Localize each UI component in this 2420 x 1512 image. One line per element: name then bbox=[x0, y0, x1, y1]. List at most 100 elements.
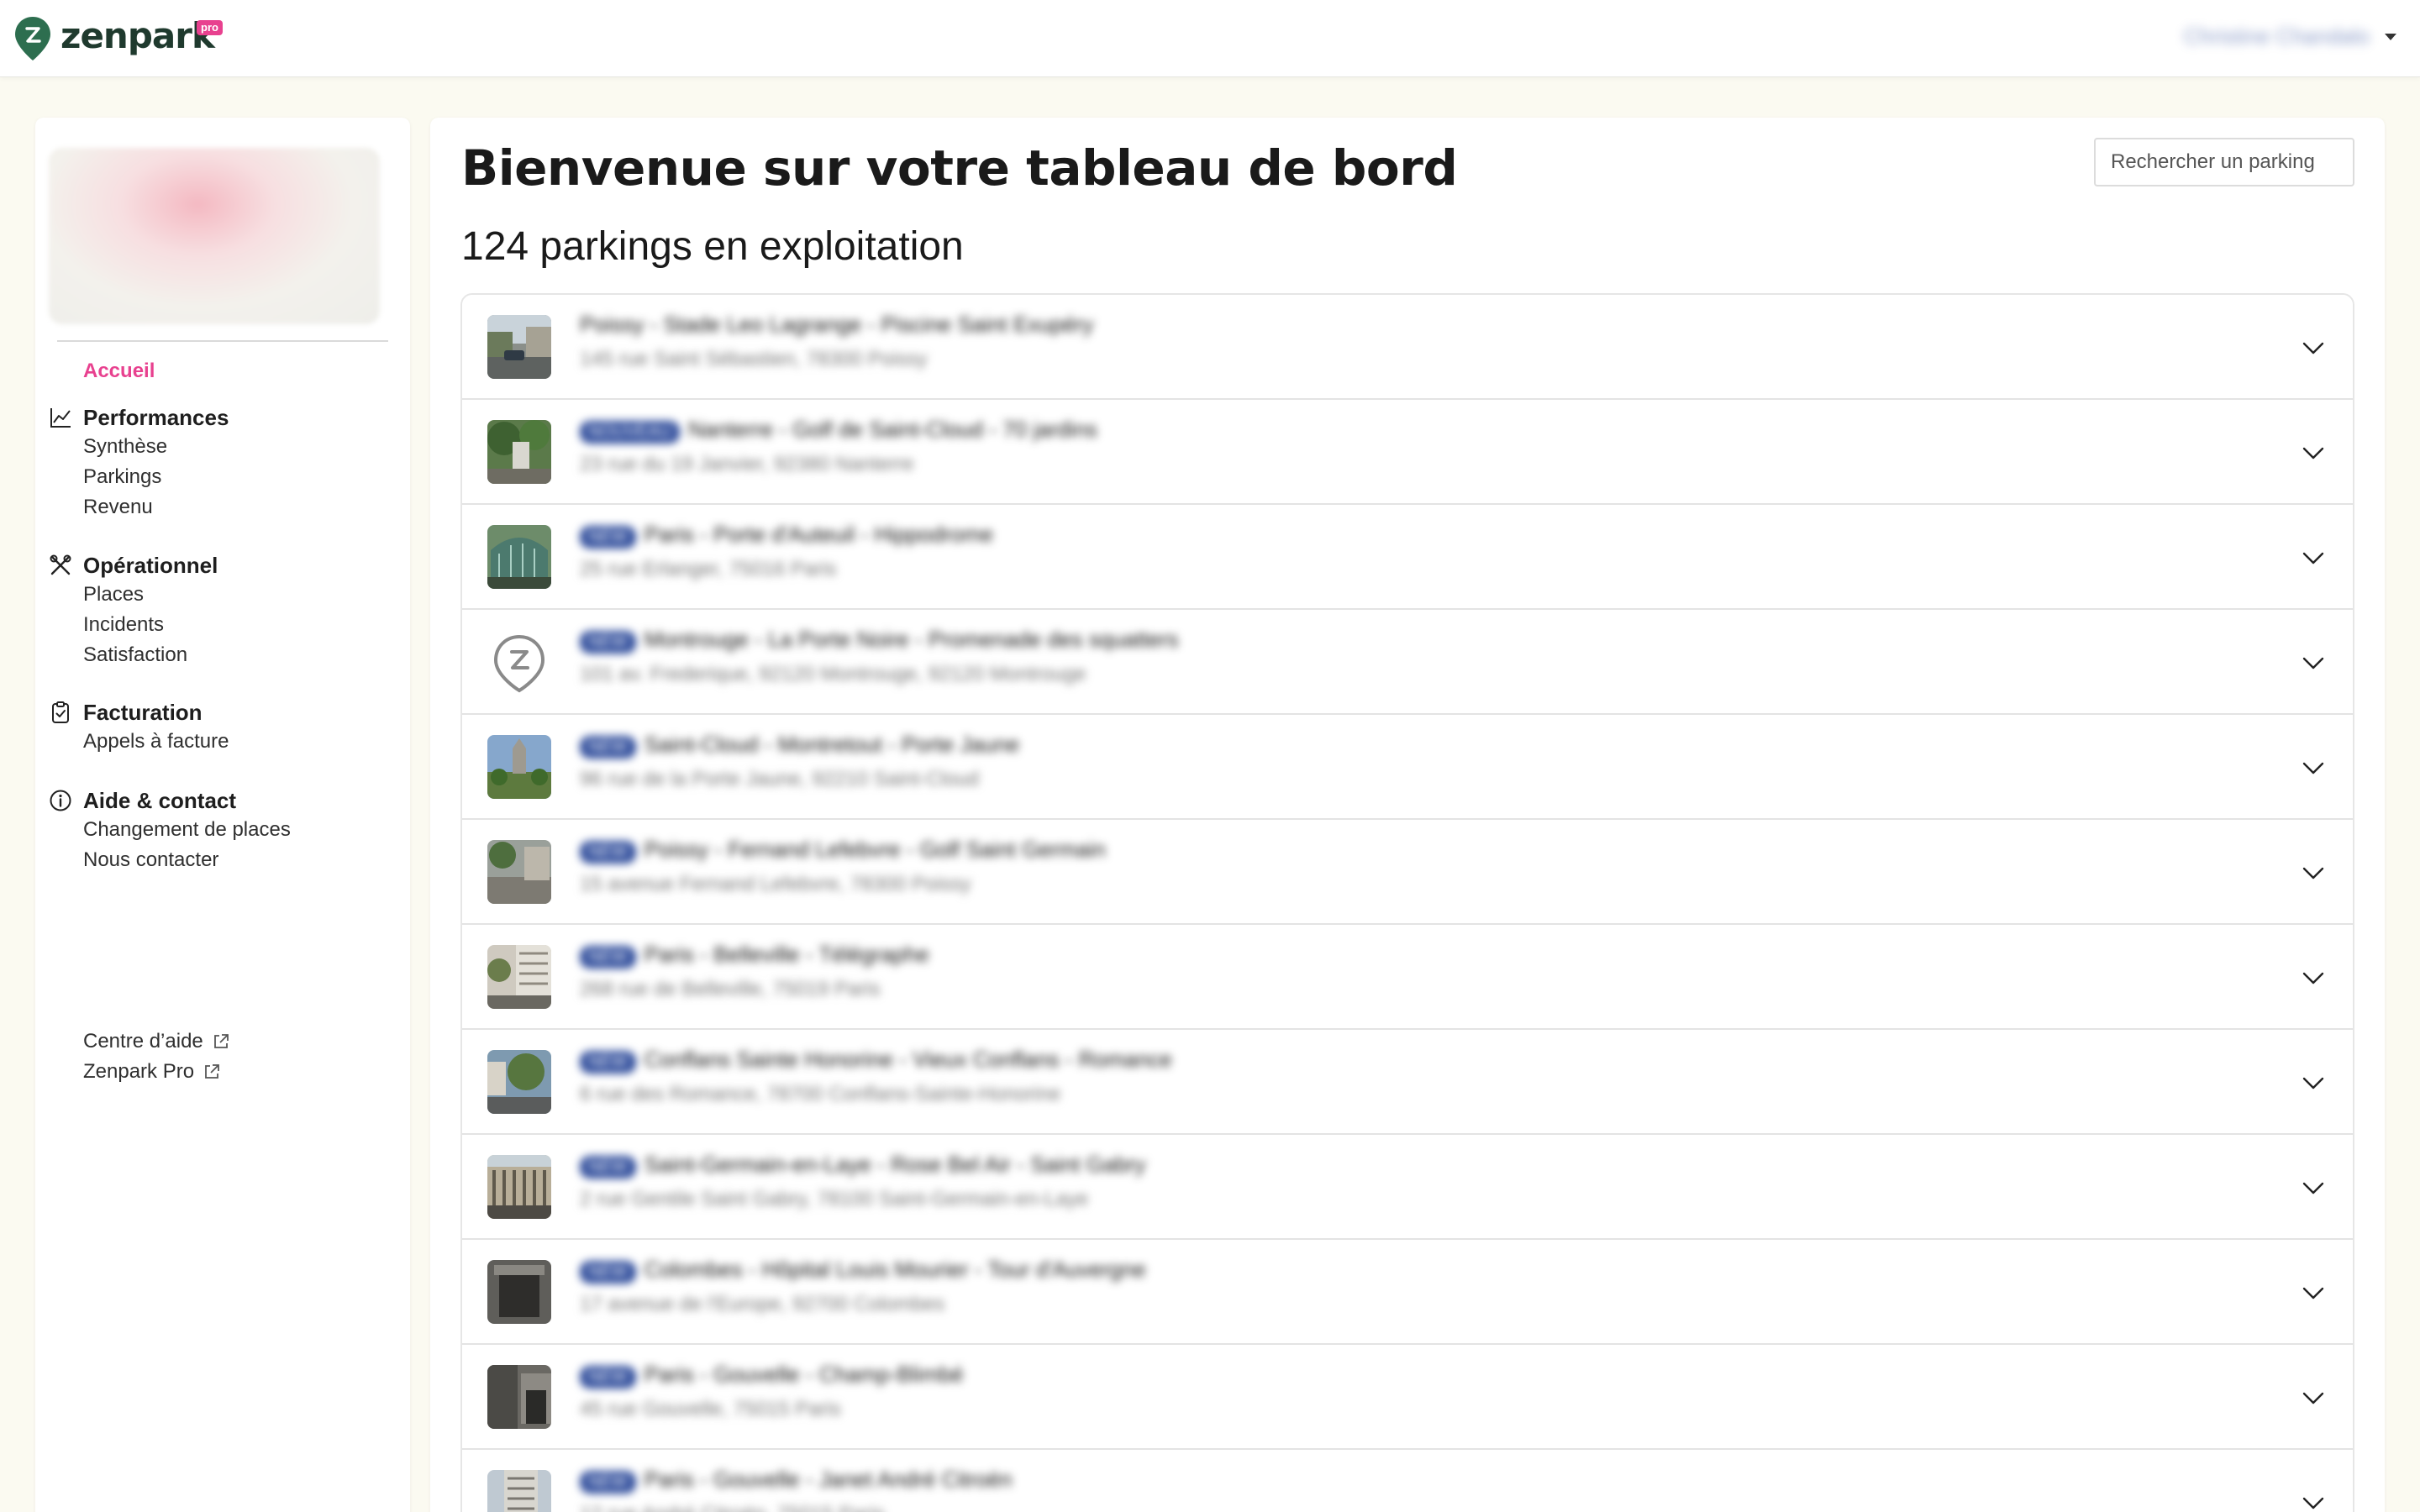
parking-row[interactable]: NEW Montrouge - La Porte Noire - Promenad… bbox=[462, 610, 2353, 715]
sidebar-item-revenu[interactable]: Revenu bbox=[83, 492, 229, 522]
parking-row[interactable]: NEW Saint-Germain-en-Laye - Rose Bel Air … bbox=[462, 1135, 2353, 1240]
parking-name-text: Saint-Cloud - Montretout - Porte Jaune bbox=[644, 732, 1020, 757]
sidebar-item-satisfaction[interactable]: Satisfaction bbox=[83, 640, 218, 670]
sidebar-item-incidents[interactable]: Incidents bbox=[83, 610, 218, 640]
parking-row[interactable]: NEW Paris - Gouvelle - Janet André Citroë… bbox=[462, 1450, 2353, 1512]
parking-address: 6 rue des Romance, 78700 Conflans-Sainte… bbox=[580, 1083, 1061, 1105]
parking-badge: NOUVEAU bbox=[580, 421, 680, 444]
parking-name: NEW Paris - Belleville - Télégraphe bbox=[580, 942, 929, 969]
chevron-down-icon[interactable] bbox=[2301, 1490, 2326, 1512]
parking-row[interactable]: NEW Conflans Sainte Honorine - Vieux Conf… bbox=[462, 1030, 2353, 1135]
parking-thumbnail bbox=[487, 1155, 551, 1219]
parking-row[interactable]: NEW Paris - Belleville - Télégraphe 268 ru… bbox=[462, 925, 2353, 1030]
parking-name-text: Conflans Sainte Honorine - Vieux Conflan… bbox=[644, 1047, 1172, 1072]
brand-name: zenpark bbox=[60, 14, 215, 56]
user-menu[interactable]: Christine Chandalo bbox=[2184, 24, 2396, 50]
parking-row[interactable]: NEW Paris - Porte d'Auteuil - Hippodrome 2… bbox=[462, 505, 2353, 610]
parking-row[interactable]: NOUVEAU Nanterre - Golf de Saint-Cloud - … bbox=[462, 400, 2353, 505]
parking-badge: NEW bbox=[580, 631, 636, 654]
nav-section-aide-contact: Aide & contact Changement de places Nous… bbox=[49, 786, 291, 875]
chevron-down-icon[interactable] bbox=[2301, 650, 2326, 675]
parking-thumbnail bbox=[487, 1260, 551, 1324]
nav-section-title: Facturation bbox=[83, 699, 203, 725]
parking-name-text: Nanterre - Golf de Saint-Cloud - 70 jard… bbox=[687, 417, 1097, 442]
parking-name-text: Poissy - Stade Leo Lagrange - Piscine Sa… bbox=[580, 312, 1094, 337]
parking-row[interactable]: NEW Colombes - Hôpital Louis Mourier - To… bbox=[462, 1240, 2353, 1345]
clipboard-check-icon bbox=[49, 701, 72, 724]
caret-down-icon bbox=[2385, 33, 2396, 40]
chevron-down-icon[interactable] bbox=[2301, 440, 2326, 465]
parking-row[interactable]: NEW Paris - Gouvelle - Champ-Blimbé 45 rue… bbox=[462, 1345, 2353, 1450]
info-circle-icon bbox=[49, 789, 72, 812]
parking-thumbnail bbox=[487, 525, 551, 589]
parking-thumbnail bbox=[487, 945, 551, 1009]
parking-name: NEW Poissy - Fernand Lefebvre - Golf Sain… bbox=[580, 837, 1106, 864]
link-zenpark-pro[interactable]: Zenpark Pro bbox=[83, 1057, 221, 1087]
chevron-down-icon[interactable] bbox=[2301, 860, 2326, 885]
parking-badge: NEW bbox=[580, 1156, 636, 1179]
link-centre-aide[interactable]: Centre d’aide bbox=[83, 1026, 230, 1057]
link-label: Centre d’aide bbox=[83, 1030, 203, 1053]
sidebar-item-changement-de-places[interactable]: Changement de places bbox=[83, 815, 291, 845]
parking-name: NEW Saint-Cloud - Montretout - Porte Jaun… bbox=[580, 732, 1019, 759]
chart-line-icon bbox=[49, 406, 72, 429]
parking-thumbnail bbox=[487, 735, 551, 799]
chevron-down-icon[interactable] bbox=[2301, 1175, 2326, 1200]
search-parking-input[interactable] bbox=[2094, 138, 2354, 186]
parking-badge: NEW bbox=[580, 1261, 636, 1284]
sidebar-item-places[interactable]: Places bbox=[83, 580, 218, 610]
parking-badge: NEW bbox=[580, 1051, 636, 1074]
tools-icon bbox=[49, 554, 72, 577]
parking-address: 2 rue Gentile Saint Gabry, 78100 Saint-G… bbox=[580, 1188, 1089, 1210]
parking-name-text: Paris - Belleville - Télégraphe bbox=[644, 942, 929, 967]
parking-name-text: Paris - Porte d'Auteuil - Hippodrome bbox=[644, 522, 994, 547]
top-bar: zenpark pro Christine Chandalo bbox=[0, 0, 2420, 77]
parking-thumbnail bbox=[487, 420, 551, 484]
sidebar-item-parkings[interactable]: Parkings bbox=[83, 462, 229, 492]
page-title: Bienvenue sur votre tableau de bord bbox=[461, 139, 1458, 197]
parking-name-text: Paris - Gouvelle - Champ-Blimbé bbox=[644, 1362, 964, 1387]
sidebar-item-accueil[interactable]: Accueil bbox=[83, 360, 155, 383]
parking-badge: NEW bbox=[580, 736, 636, 759]
parking-name: Poissy - Stade Leo Lagrange - Piscine Sa… bbox=[580, 312, 1093, 338]
parking-address: 12 rue André Citroën, 75015 Paris bbox=[580, 1503, 885, 1512]
parking-badge: NEW bbox=[580, 1366, 636, 1389]
parking-row[interactable]: NEW Poissy - Fernand Lefebvre - Golf Sain… bbox=[462, 820, 2353, 925]
parking-address: 145 rue Saint Sébastien, 78300 Poissy bbox=[580, 348, 928, 370]
parkings-count: 124 parkings en exploitation bbox=[461, 224, 964, 269]
parking-name: NEW Saint-Germain-en-Laye - Rose Bel Air … bbox=[580, 1152, 1145, 1179]
parking-name: NEW Paris - Porte d'Auteuil - Hippodrome bbox=[580, 522, 993, 549]
sidebar: Accueil Performances Synthèse Parkings R… bbox=[35, 118, 410, 1512]
chevron-down-icon[interactable] bbox=[2301, 545, 2326, 570]
chevron-down-icon[interactable] bbox=[2301, 1070, 2326, 1095]
parking-name-text: Poissy - Fernand Lefebvre - Golf Saint G… bbox=[644, 837, 1106, 862]
sidebar-item-synthese[interactable]: Synthèse bbox=[83, 432, 229, 462]
chevron-down-icon[interactable] bbox=[2301, 965, 2326, 990]
chevron-down-icon[interactable] bbox=[2301, 1280, 2326, 1305]
zenpark-placeholder-icon bbox=[487, 630, 551, 694]
sidebar-divider bbox=[57, 340, 388, 342]
chevron-down-icon[interactable] bbox=[2301, 755, 2326, 780]
parking-name: NEW Paris - Gouvelle - Champ-Blimbé bbox=[580, 1362, 964, 1389]
nav-section-performances: Performances Synthèse Parkings Revenu bbox=[49, 403, 229, 522]
nav-section-operationnel: Opérationnel Places Incidents Satisfacti… bbox=[49, 551, 218, 670]
parking-name-text: Montrouge - La Porte Noire - Promenade d… bbox=[644, 627, 1179, 652]
account-avatar bbox=[49, 148, 380, 324]
zenpark-pin-icon bbox=[15, 17, 50, 60]
chevron-down-icon[interactable] bbox=[2301, 1385, 2326, 1410]
parking-address: 23 rue du 19 Janvier, 92380 Nanterre bbox=[580, 453, 914, 475]
zenpark-logo[interactable]: zenpark pro bbox=[13, 13, 223, 64]
parking-address: 101 av. Frederique, 92120 Montrouge, 921… bbox=[580, 663, 1086, 685]
parking-name: NEW Colombes - Hôpital Louis Mourier - To… bbox=[580, 1257, 1146, 1284]
parking-row[interactable]: Poissy - Stade Leo Lagrange - Piscine Sa… bbox=[462, 295, 2353, 400]
parking-name-text: Saint-Germain-en-Laye - Rose Bel Air - S… bbox=[644, 1152, 1146, 1177]
parking-row[interactable]: NEW Saint-Cloud - Montretout - Porte Jaun… bbox=[462, 715, 2353, 820]
sidebar-item-appels-a-facture[interactable]: Appels à facture bbox=[83, 727, 229, 757]
parking-thumbnail bbox=[487, 1365, 551, 1429]
sidebar-item-nous-contacter[interactable]: Nous contacter bbox=[83, 845, 291, 875]
chevron-down-icon[interactable] bbox=[2301, 335, 2326, 360]
parking-address: 15 avenue Fernand Lefebvre, 78300 Poissy bbox=[580, 873, 971, 895]
parking-thumbnail bbox=[487, 840, 551, 904]
parking-thumbnail bbox=[487, 315, 551, 379]
parking-address: 25 rue Erlanger, 75016 Paris bbox=[580, 558, 837, 580]
